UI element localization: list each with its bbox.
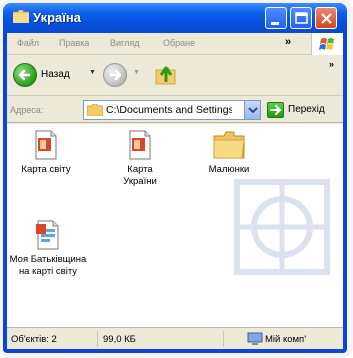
status-bar: Об'єктів: 2 99,0 КБ Мій комп' <box>7 327 343 349</box>
address-label: Адреса: <box>10 105 44 115</box>
address-dropdown-button[interactable] <box>244 101 260 119</box>
go-label[interactable]: Перехід <box>288 104 325 115</box>
up-folder-icon[interactable] <box>153 62 179 88</box>
minimize-icon <box>271 22 279 25</box>
minimize-button[interactable] <box>265 7 287 29</box>
close-button[interactable] <box>315 7 337 29</box>
windows-logo <box>311 33 343 55</box>
folder-icon <box>213 131 245 159</box>
file-list[interactable]: Карта світу Карта України Малюнки Моя Ба… <box>7 124 343 327</box>
title-bar[interactable]: Україна <box>3 3 347 33</box>
address-bar: Адреса: C:\Documents and Settings Перехі… <box>7 97 343 123</box>
forward-arrow-icon <box>109 69 122 81</box>
forward-dropdown-icon[interactable]: ▼ <box>133 69 140 76</box>
file-item[interactable]: Карта світу <box>15 130 77 176</box>
menu-favorites[interactable]: Обране <box>163 38 195 48</box>
file-item-label: України <box>123 176 157 187</box>
file-item-label: на карті світу <box>18 266 78 277</box>
status-divider <box>223 331 224 347</box>
status-location: Мій комп' <box>265 334 307 345</box>
photo-frame: Україна Файл Правка Вигляд Обране » Наза… <box>0 0 353 358</box>
explorer-window: Україна Файл Правка Вигляд Обране » Наза… <box>3 3 347 353</box>
close-icon <box>321 13 332 24</box>
menu-file[interactable]: Файл <box>17 38 39 48</box>
address-input[interactable]: C:\Documents and Settings <box>83 100 261 120</box>
status-divider <box>97 331 98 347</box>
client-area: Файл Правка Вигляд Обране » Назад ▼ ▼ » … <box>7 33 343 349</box>
maximize-icon <box>295 12 308 24</box>
go-arrow-icon <box>270 105 282 115</box>
powerpoint-file-icon <box>35 130 57 160</box>
toolbar: Назад ▼ ▼ » <box>7 56 343 96</box>
status-object-count: Об'єктів: 2 <box>11 334 57 345</box>
file-item[interactable]: Карта України <box>112 130 168 188</box>
menu-edit[interactable]: Правка <box>59 38 89 48</box>
forward-button[interactable] <box>103 63 127 87</box>
folder-item-label: Малюнки <box>208 164 250 175</box>
back-label[interactable]: Назад <box>41 69 70 80</box>
chevron-down-icon <box>248 107 258 113</box>
folder-item[interactable]: Малюнки <box>199 130 259 176</box>
status-size: 99,0 КБ <box>103 334 136 345</box>
file-item[interactable]: Моя Батьківщина на карті світу <box>7 220 89 278</box>
file-item-label: Карта <box>127 164 153 175</box>
file-item-label: Карта світу <box>21 164 71 175</box>
toolbar-overflow-button[interactable]: » <box>329 59 334 69</box>
powerpoint-file-icon <box>129 130 151 160</box>
address-value[interactable]: C:\Documents and Settings <box>106 104 232 116</box>
windows-flag-icon <box>319 38 334 50</box>
computer-icon <box>247 332 263 345</box>
go-button[interactable] <box>267 102 284 118</box>
menu-bar: Файл Правка Вигляд Обране » <box>7 33 343 55</box>
publisher-file-icon <box>36 220 59 250</box>
back-dropdown-icon[interactable]: ▼ <box>89 69 96 76</box>
folder-icon <box>13 10 29 23</box>
back-arrow-icon <box>18 69 31 81</box>
maximize-button[interactable] <box>290 7 312 29</box>
windows-watermark-icon <box>234 179 330 275</box>
file-item-label: Моя Батьківщина <box>9 254 87 265</box>
menu-view[interactable]: Вигляд <box>110 38 140 48</box>
folder-icon <box>87 104 103 116</box>
window-title: Україна <box>33 10 82 25</box>
menu-overflow-button[interactable]: » <box>285 36 291 48</box>
back-button[interactable] <box>13 63 37 87</box>
